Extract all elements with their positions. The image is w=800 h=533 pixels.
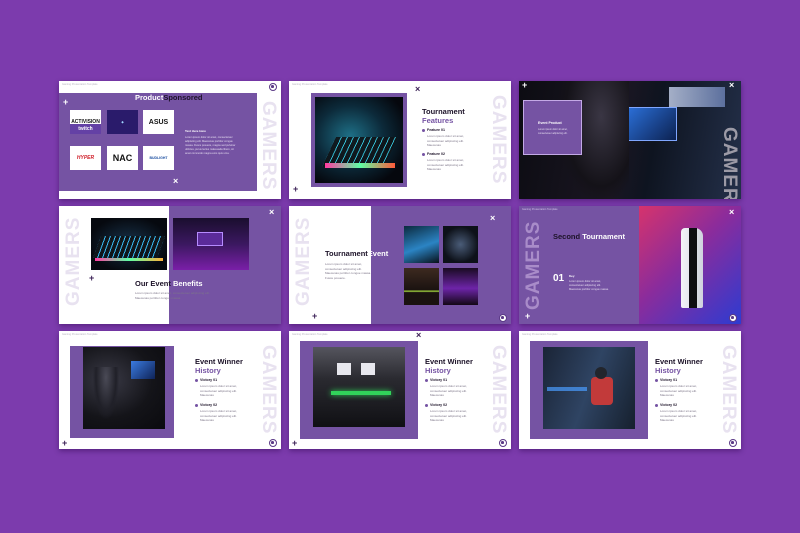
header-tiny: Gaming Presentation Template xyxy=(292,333,328,336)
event-photo-3 xyxy=(404,268,439,305)
slide-winner-history-1[interactable]: Gaming Presentation Template Event Winne… xyxy=(59,331,281,449)
gamers-vertical-text: GAMERS xyxy=(488,345,509,435)
victory-item: Victory 01 xyxy=(425,378,447,382)
logo-budlight: BUDLIGHT xyxy=(143,146,174,170)
victory-text: Lorem ipsum dolor sit amet, consectetuer… xyxy=(430,409,468,422)
item-label: Key xyxy=(569,274,575,278)
record-icon xyxy=(269,439,277,447)
feature-item: Feature 02 xyxy=(422,152,445,156)
header-tiny: Gaming Presentation Template xyxy=(292,83,328,86)
gamers-vertical-text: GAMERS xyxy=(719,127,740,199)
close-icon: × xyxy=(490,213,496,223)
victory-item: Victory 02 xyxy=(425,403,447,407)
event-photo-1 xyxy=(404,226,439,263)
benefits-paragraph: Lorem ipsum dolor sit amet, consectetuer… xyxy=(135,291,210,300)
close-icon: × xyxy=(729,207,735,217)
feature-item: Feature 01 xyxy=(422,128,445,132)
gamers-vertical-text: GAMERS xyxy=(718,345,739,435)
event-photo-4 xyxy=(443,268,478,305)
slide-title: Our Event Benefits xyxy=(135,279,203,288)
winner-photo xyxy=(83,347,165,429)
victory-item: Victory 02 xyxy=(655,403,677,407)
item-number: 01 xyxy=(553,273,565,284)
purple-panel xyxy=(371,206,511,324)
header-tiny: Gaming Presentation Template xyxy=(62,333,98,336)
slide-event-product[interactable]: Event Product Lorem ipsum dolor sit amet… xyxy=(519,81,741,199)
gaming-room-photo xyxy=(173,218,249,270)
winner-photo xyxy=(313,347,405,427)
close-icon: × xyxy=(415,84,421,94)
close-icon: × xyxy=(729,81,735,90)
header-tiny: Gaming Presentation Template xyxy=(62,83,98,86)
slide-winner-history-3[interactable]: Gaming Presentation Template Event Winne… xyxy=(519,331,741,449)
logo-nac: NAC xyxy=(107,146,138,170)
logo-esports: ◆ xyxy=(107,110,138,134)
gamers-vertical-text: GAMERS xyxy=(293,216,314,306)
victory-text: Lorem ipsum dolor sit amet, consectetuer… xyxy=(200,409,238,422)
gamers-vertical-text: GAMERS xyxy=(63,216,84,306)
winner-photo xyxy=(543,347,635,429)
header-tiny: Gaming Presentation Template xyxy=(522,208,558,211)
event-paragraph: Lorem ipsum dolor sit amet, consectetuer… xyxy=(325,262,372,280)
header-tiny: Gaming Presentation Template xyxy=(522,333,558,336)
slide-product-sponsored[interactable]: Gaming Presentation Template ProductSpon… xyxy=(59,81,281,199)
gamers-vertical-text: GAMERS xyxy=(258,345,279,435)
plus-icon: + xyxy=(62,438,68,448)
slide-title: Second Tournament xyxy=(553,232,625,241)
record-icon xyxy=(269,83,277,91)
plus-icon: + xyxy=(89,273,95,283)
plus-icon: + xyxy=(293,184,299,194)
victory-item: Victory 01 xyxy=(655,378,677,382)
box-title: Event Product xyxy=(538,121,562,125)
record-icon xyxy=(499,439,507,447)
gamers-vertical-text: GAMERS xyxy=(523,220,544,310)
slide-title: Event Winner History xyxy=(195,357,243,375)
item-paragraph: Lorem ipsum dolor sit amet, consectetuer… xyxy=(569,280,609,291)
gamers-vertical-text: GAMERS xyxy=(258,101,279,191)
victory-text: Lorem ipsum dolor sit amet, consectetuer… xyxy=(430,384,468,397)
keyboard-photo xyxy=(91,218,167,270)
slide-event-benefits[interactable]: GAMERS + Our Event Benefits Lorem ipsum … xyxy=(59,206,281,324)
slide-title: Tournament Features xyxy=(422,107,465,125)
plus-icon: + xyxy=(522,81,528,90)
slide-tournament-features[interactable]: Gaming Presentation Template × + Tournam… xyxy=(289,81,511,199)
record-icon xyxy=(729,314,737,322)
slide-title: ProductSponsored xyxy=(135,93,203,102)
slide-second-tournament[interactable]: Gaming Presentation Template GAMERS Seco… xyxy=(519,206,741,324)
plus-icon: + xyxy=(292,438,298,448)
record-icon xyxy=(729,439,737,447)
logo-asus: ASUS xyxy=(143,110,174,134)
plus-icon: + xyxy=(312,311,318,321)
slide-title: Event Winner History xyxy=(655,357,703,375)
keyboard-photo xyxy=(315,97,403,183)
victory-text: Lorem ipsum dolor sit amet, consectetuer… xyxy=(660,409,698,422)
close-icon: × xyxy=(269,207,275,217)
brand-text: Text Here Here xyxy=(185,129,206,133)
victory-text: Lorem ipsum dolor sit amet, consectetuer… xyxy=(660,384,698,397)
sponsor-paragraph: Lorem ipsum dolor sit amet, consectetuer… xyxy=(185,136,236,155)
slide-title: Event Winner History xyxy=(425,357,473,375)
plus-icon: + xyxy=(525,311,531,321)
close-icon: × xyxy=(173,176,179,186)
slide-title: TournamentEvent xyxy=(325,249,389,258)
feature-text: Lorem ipsum dolor sit amet, consectetuer… xyxy=(427,158,465,171)
gamers-vertical-text: GAMERS xyxy=(488,95,509,185)
slide-winner-history-2[interactable]: Gaming Presentation Template × Event Win… xyxy=(289,331,511,449)
logo-hyper: HYPER xyxy=(70,146,101,170)
slide-tournament-event[interactable]: GAMERS TournamentEvent Lorem ipsum dolor… xyxy=(289,206,511,324)
victory-item: Victory 01 xyxy=(195,378,217,382)
record-icon xyxy=(499,314,507,322)
box-text: Lorem ipsum dolor sit amet, consectetuer… xyxy=(538,128,568,135)
victory-item: Victory 02 xyxy=(195,403,217,407)
event-photo-2 xyxy=(443,226,478,263)
close-icon: × xyxy=(416,331,422,340)
console-photo xyxy=(639,206,741,324)
plus-icon: + xyxy=(63,97,69,107)
victory-text: Lorem ipsum dolor sit amet, consectetuer… xyxy=(200,384,238,397)
logo-twitch: twitch xyxy=(70,124,101,134)
feature-text: Lorem ipsum dolor sit amet, consectetuer… xyxy=(427,134,465,147)
